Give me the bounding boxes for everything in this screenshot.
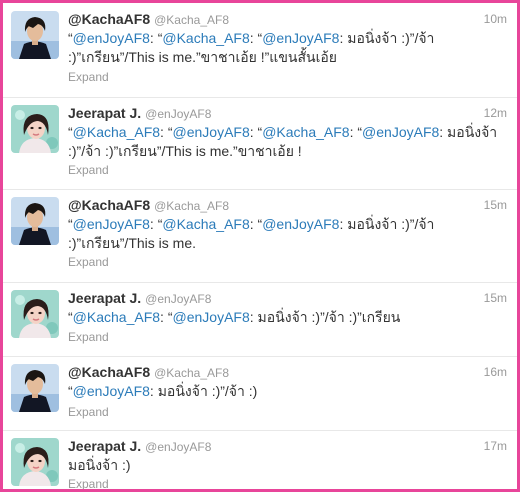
mention-link[interactable]: @Kacha_AF8 [162,30,249,46]
user-fullname[interactable]: Jeerapat J. [68,290,141,306]
expand-link[interactable]: Expand [68,163,109,177]
jeerapat-avatar[interactable] [11,105,59,153]
tweet-text-segment: มอนิ่งจ้า :) [68,457,131,473]
tweet-item[interactable]: @KachaAF8 @Kacha_AF8 16m “@enJoyAF8: มอนิ… [3,356,517,431]
tweet-text: มอนิ่งจ้า :) [68,456,501,475]
tweet-item[interactable]: @KachaAF8 @Kacha_AF8 15m “@enJoyAF8: “@Ka… [3,189,517,283]
user-screenname[interactable]: @Kacha_AF8 [154,13,229,27]
tweet-timestamp[interactable]: 10m [484,12,507,26]
tweet-text-segment: : “ [149,30,163,46]
tweet-text-segment: : “ [349,124,363,140]
mention-link[interactable]: @enJoyAF8 [262,216,339,232]
tweet-timestamp[interactable]: 17m [484,439,507,453]
user-screenname[interactable]: @enJoyAF8 [145,107,211,121]
expand-link[interactable]: Expand [68,477,109,489]
tweet-item[interactable]: @KachaAF8 @Kacha_AF8 10m “@enJoyAF8: “@Ka… [3,3,517,98]
user-fullname[interactable]: Jeerapat J. [68,105,141,121]
user-screenname[interactable]: @enJoyAF8 [145,292,211,306]
mention-link[interactable]: @Kacha_AF8 [73,124,160,140]
tweet-text: “@enJoyAF8: มอนิ่งจ้า :)”/จ้า :) [68,382,501,401]
mention-link[interactable]: @enJoyAF8 [173,124,250,140]
tweet-item[interactable]: Jeerapat J. @enJoyAF8 17m มอนิ่งจ้า :) Ex… [3,430,517,489]
tweet-text-segment: : “ [160,124,173,140]
user-fullname[interactable]: @KachaAF8 [68,364,150,380]
tweet-header: @KachaAF8 @Kacha_AF8 10m [68,11,507,27]
tweet-text: “@Kacha_AF8: “@enJoyAF8: “@Kacha_AF8: “@… [68,123,501,161]
tweet-header: @KachaAF8 @Kacha_AF8 15m [68,197,507,213]
user-fullname[interactable]: Jeerapat J. [68,438,141,454]
mention-link[interactable]: @enJoyAF8 [362,124,439,140]
mention-link[interactable]: @enJoyAF8 [262,30,339,46]
tweet-header: Jeerapat J. @enJoyAF8 12m [68,105,507,121]
tweet-header: Jeerapat J. @enJoyAF8 17m [68,438,507,454]
expand-link[interactable]: Expand [68,405,109,419]
expand-link[interactable]: Expand [68,255,109,269]
expand-link[interactable]: Expand [68,70,109,84]
user-fullname[interactable]: @KachaAF8 [68,197,150,213]
mention-link[interactable]: @Kacha_AF8 [73,309,160,325]
tweet-text: “@enJoyAF8: “@Kacha_AF8: “@enJoyAF8: มอน… [68,215,501,253]
user-fullname[interactable]: @KachaAF8 [68,11,150,27]
jeerapat-avatar[interactable] [11,290,59,338]
tweet-timestamp[interactable]: 16m [484,365,507,379]
mention-link[interactable]: @Kacha_AF8 [262,124,349,140]
tweet-text-segment: : “ [160,309,173,325]
tweet-timestamp[interactable]: 15m [484,291,507,305]
jeerapat-avatar[interactable] [11,438,59,486]
tweet-text: “@enJoyAF8: “@Kacha_AF8: “@enJoyAF8: มอน… [68,29,501,67]
tweet-text: “@Kacha_AF8: “@enJoyAF8: มอนิ่งจ้า :)”/จ… [68,308,501,327]
kacha-avatar[interactable] [11,11,59,59]
tweet-text-segment: : “ [249,124,263,140]
tweet-item[interactable]: Jeerapat J. @enJoyAF8 15m “@Kacha_AF8: “@… [3,282,517,357]
mention-link[interactable]: @enJoyAF8 [73,383,150,399]
tweet-header: Jeerapat J. @enJoyAF8 15m [68,290,507,306]
tweet-text-segment: : มอนิ่งจ้า :)”/จ้า :) [149,383,258,399]
expand-link[interactable]: Expand [68,330,109,344]
tweet-timestamp[interactable]: 12m [484,106,507,120]
tweet-header: @KachaAF8 @Kacha_AF8 16m [68,364,507,380]
kacha-avatar[interactable] [11,364,59,412]
user-screenname[interactable]: @Kacha_AF8 [154,199,229,213]
tweet-text-segment: : มอนิ่งจ้า :)”/จ้า :)”เกรียน [249,309,401,325]
tweet-text-segment: : “ [149,216,163,232]
user-screenname[interactable]: @Kacha_AF8 [154,366,229,380]
tweet-text-segment: : “ [249,30,263,46]
kacha-avatar[interactable] [11,197,59,245]
tweet-item[interactable]: Jeerapat J. @enJoyAF8 12m “@Kacha_AF8: “@… [3,97,517,190]
user-screenname[interactable]: @enJoyAF8 [145,440,211,454]
mention-link[interactable]: @enJoyAF8 [73,216,150,232]
tweet-timestamp[interactable]: 15m [484,198,507,212]
mention-link[interactable]: @enJoyAF8 [73,30,150,46]
mention-link[interactable]: @Kacha_AF8 [162,216,249,232]
mention-link[interactable]: @enJoyAF8 [173,309,250,325]
timeline-frame: @KachaAF8 @Kacha_AF8 10m “@enJoyAF8: “@Ka… [0,0,520,492]
tweet-text-segment: : “ [249,216,263,232]
